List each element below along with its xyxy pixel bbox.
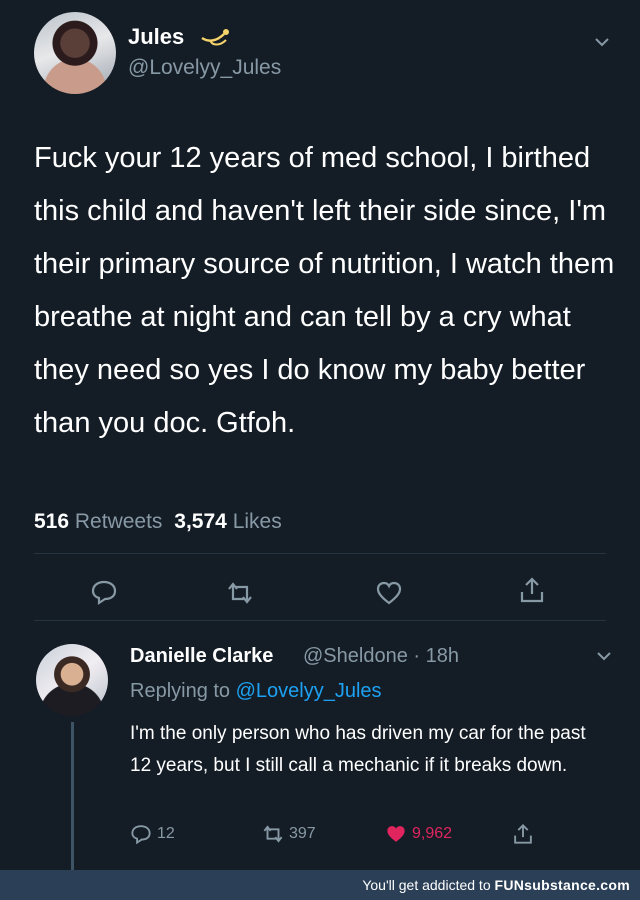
reply-icon[interactable]	[90, 578, 118, 606]
reply-time[interactable]: 18h	[426, 645, 459, 667]
divider	[34, 553, 606, 554]
footer-bar: You'll get addicted to FUNsubstance.com	[0, 870, 640, 900]
reply-text: I'm the only person who has driven my ca…	[130, 723, 586, 776]
replying-to: Replying to @Lovelyy_Jules	[130, 680, 382, 703]
avatar[interactable]	[34, 12, 116, 94]
retweet-icon[interactable]	[262, 823, 284, 845]
reply-retweets[interactable]: 397	[262, 822, 316, 846]
replying-to-link[interactable]: @Lovelyy_Jules	[236, 680, 382, 702]
likes-label[interactable]: Likes	[233, 510, 282, 533]
share-icon[interactable]	[512, 823, 534, 845]
author-handle[interactable]: @Lovelyy_Jules	[128, 56, 281, 80]
separator-dot: ·	[413, 645, 426, 667]
likes-count[interactable]: 3,574	[174, 510, 227, 533]
reply-author-handle[interactable]: @Sheldone	[303, 645, 408, 667]
chevron-down-icon[interactable]	[594, 37, 610, 47]
dove-icon	[201, 29, 229, 46]
author-name[interactable]: Jules	[128, 24, 184, 50]
retweets-count: 397	[289, 825, 316, 842]
retweets-count[interactable]: 516	[34, 510, 69, 533]
footer-prefix: You'll get addicted to	[362, 877, 491, 893]
replying-prefix: Replying to	[130, 680, 231, 702]
replies-count: 12	[157, 825, 175, 842]
share-icon[interactable]	[518, 576, 546, 604]
footer-brand[interactable]: FUNsubstance.com	[495, 877, 631, 893]
reply-author-name[interactable]: Danielle Clarke	[130, 645, 273, 668]
retweets-label[interactable]: Retweets	[75, 510, 163, 533]
avatar[interactable]	[36, 644, 108, 716]
tweet-text: Fuck your 12 years of med school, I birt…	[34, 142, 615, 439]
reply-icon[interactable]	[130, 823, 152, 845]
divider	[34, 620, 606, 621]
reply-likes[interactable]: 9,962	[385, 822, 452, 846]
tweet-stats: 516 Retweets 3,574 Likes	[34, 510, 282, 534]
heart-icon[interactable]	[385, 823, 407, 845]
retweet-icon[interactable]	[226, 579, 254, 607]
reply-meta: @Sheldone · 18h	[303, 645, 459, 668]
heart-icon[interactable]	[375, 579, 403, 607]
footer-text: You'll get addicted to FUNsubstance.com	[362, 877, 630, 893]
chevron-down-icon[interactable]	[596, 651, 612, 661]
thread-line	[71, 722, 74, 870]
reply-share[interactable]	[512, 822, 539, 846]
likes-count: 9,962	[412, 825, 453, 842]
reply-replies[interactable]: 12	[130, 822, 175, 846]
